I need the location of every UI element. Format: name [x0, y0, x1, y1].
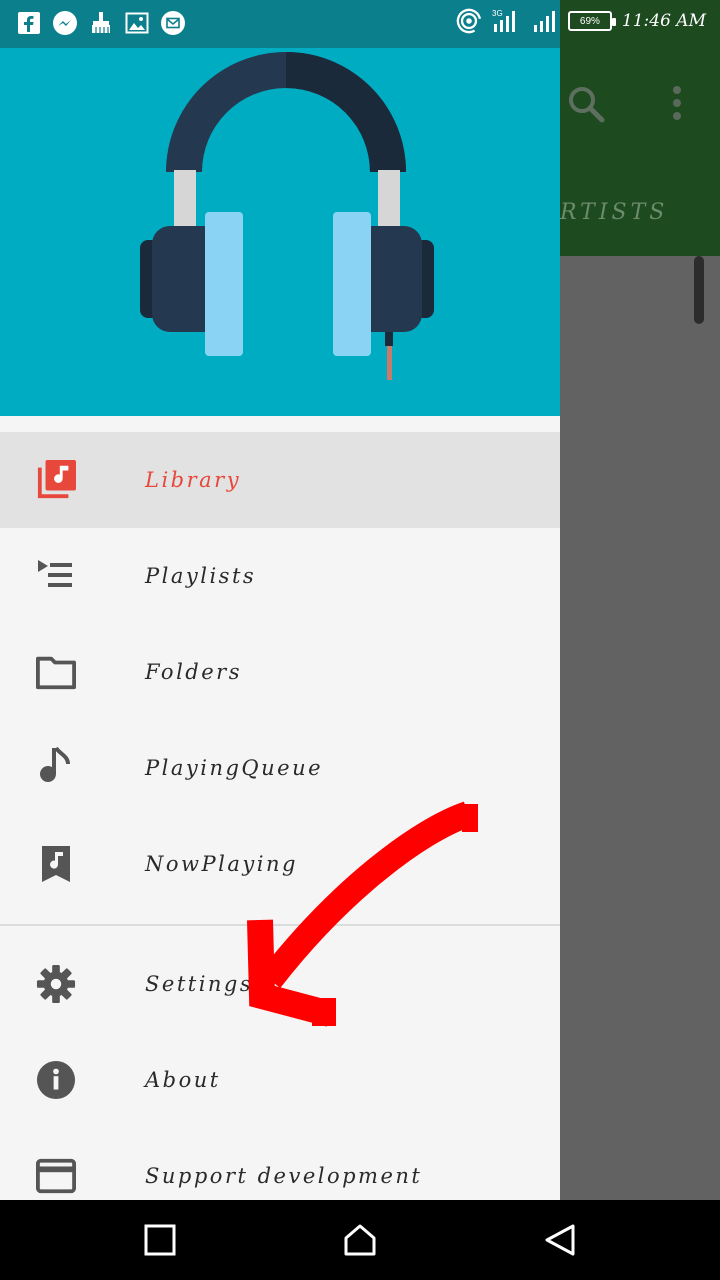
- search-icon[interactable]: [566, 84, 606, 128]
- drawer-item-label: Playlists: [145, 564, 257, 588]
- signal-3g-icon: 3G: [492, 8, 522, 34]
- app-content-scrim[interactable]: [560, 256, 720, 1200]
- drawer-item-folders[interactable]: Folders: [0, 624, 560, 720]
- library-music-icon: [36, 460, 76, 500]
- music-note-icon: [36, 746, 76, 788]
- drawer-item-label: About: [145, 1068, 221, 1092]
- status-time: 11:46 AM: [621, 11, 706, 31]
- drawer-item-support-development[interactable]: Support development: [0, 1128, 560, 1200]
- drawer-item-library[interactable]: Library: [0, 432, 560, 528]
- system-navigation-bar: [0, 1200, 720, 1280]
- email-icon: [160, 10, 186, 36]
- drawer-menu: Library Playlists Folders PlayingQueue N…: [0, 432, 560, 1200]
- drawer-item-label: NowPlaying: [145, 852, 298, 876]
- drawer-item-settings[interactable]: Settings: [0, 936, 560, 1032]
- drawer-header: [0, 48, 560, 416]
- drawer-item-label: Library: [145, 468, 242, 492]
- battery-icon: 69%: [567, 11, 616, 31]
- recents-button[interactable]: [140, 1220, 180, 1260]
- headphones-icon: [140, 52, 434, 380]
- drawer-item-playing-queue[interactable]: PlayingQueue: [0, 720, 560, 816]
- drawer-item-about[interactable]: About: [0, 1032, 560, 1128]
- facebook-icon: [16, 10, 42, 36]
- status-icons-left: [16, 10, 186, 36]
- scrollbar[interactable]: [694, 256, 704, 324]
- gear-icon: [36, 964, 76, 1004]
- drawer-item-playlists[interactable]: Playlists: [0, 528, 560, 624]
- tab-artists[interactable]: RTISTS: [560, 200, 668, 225]
- hotspot-icon: [456, 8, 482, 34]
- now-playing-icon: [36, 844, 76, 884]
- drawer-item-now-playing[interactable]: NowPlaying: [0, 816, 560, 912]
- credit-card-icon: [36, 1156, 76, 1196]
- app-toolbar: RTISTS: [560, 48, 720, 256]
- drawer-item-label: Settings: [145, 972, 254, 996]
- folder-icon: [36, 652, 76, 692]
- status-bar: 3G 69% 11:46 AM: [0, 0, 720, 48]
- playlist-icon: [36, 556, 76, 596]
- cleaner-icon: [88, 10, 114, 36]
- drawer-item-label: Folders: [145, 660, 242, 684]
- navigation-drawer: Library Playlists Folders PlayingQueue N…: [0, 48, 560, 1200]
- drawer-item-label: PlayingQueue: [145, 756, 324, 780]
- drawer-divider: [0, 924, 560, 926]
- back-button[interactable]: [540, 1220, 580, 1260]
- svg-text:3G: 3G: [492, 9, 503, 18]
- status-icons-right: 3G 69% 11:46 AM: [456, 8, 706, 34]
- home-button[interactable]: [340, 1220, 380, 1260]
- gallery-icon: [124, 10, 150, 36]
- battery-level: 69%: [579, 15, 600, 27]
- more-options-icon[interactable]: [672, 86, 682, 120]
- signal-icon: [532, 8, 558, 34]
- info-icon: [36, 1060, 76, 1100]
- messenger-icon: [52, 10, 78, 36]
- drawer-item-label: Support development: [145, 1164, 423, 1188]
